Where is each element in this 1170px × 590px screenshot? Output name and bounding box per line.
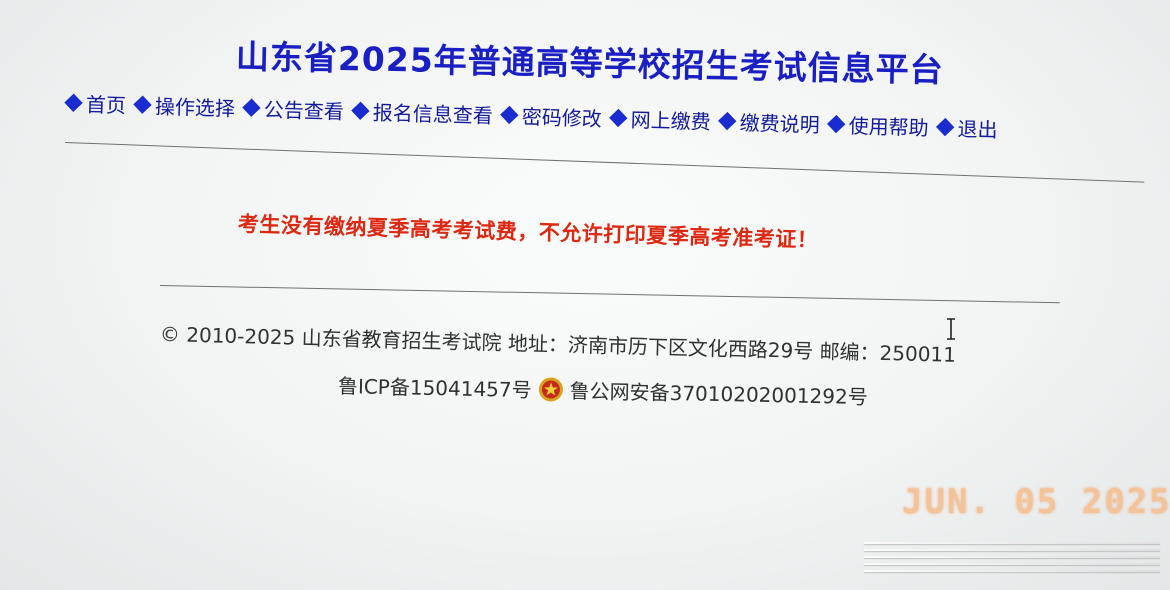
top-nav: 首页 操作选择 公告查看 报名信息查看 密码修改 网上缴费 缴费说明 使用帮助	[64, 88, 1154, 147]
nav-item-registration-info[interactable]: 报名信息查看	[350, 96, 493, 129]
nav-item-label: 操作选择	[154, 94, 236, 121]
footer-copyright: © 2010-2025 山东省教育招生考试院 地址：济南市历下区文化西路29号 …	[159, 322, 957, 367]
nav-item-label: 缴费说明	[739, 110, 820, 138]
diamond-icon	[718, 111, 737, 131]
nav-item-payment-instructions[interactable]: 缴费说明	[717, 106, 820, 138]
police-emblem-icon	[538, 376, 563, 401]
nav-item-operation-select[interactable]: 操作选择	[133, 90, 236, 122]
diamond-icon	[609, 108, 628, 128]
watermark-lines	[864, 542, 1160, 572]
nav-item-logout[interactable]: 退出	[935, 112, 998, 143]
nav-item-label: 公告查看	[263, 97, 345, 124]
nav-item-announcements[interactable]: 公告查看	[242, 93, 345, 125]
nav-item-label: 网上缴费	[630, 107, 712, 135]
diamond-icon	[242, 98, 261, 117]
diamond-icon	[500, 105, 519, 125]
photo-date-stamp: JUN. 05 2025	[902, 482, 1170, 522]
nav-item-label: 密码修改	[521, 104, 603, 132]
footer-records: 鲁ICP备15041457号 鲁公网安备37010202001292号	[338, 370, 958, 412]
text-cursor-icon	[947, 318, 955, 340]
nav-item-online-payment[interactable]: 网上缴费	[608, 103, 711, 135]
page: 山东省2025年普通高等学校招生考试信息平台 首页 操作选择 公告查看 报名信息…	[0, 0, 1170, 590]
nav-item-home[interactable]: 首页	[64, 88, 127, 119]
police-record-link[interactable]: 鲁公网安备37010202001292号	[569, 375, 868, 410]
page-title: 山东省2025年普通高等学校招生考试信息平台	[235, 37, 945, 90]
diamond-icon	[64, 93, 83, 112]
icp-record-link[interactable]: 鲁ICP备15041457号	[338, 370, 532, 403]
diamond-icon	[133, 95, 152, 114]
nav-item-change-password[interactable]: 密码修改	[499, 100, 602, 132]
diamond-icon	[827, 114, 846, 134]
nav-item-label: 使用帮助	[848, 113, 929, 141]
divider	[64, 142, 1145, 183]
nav-item-label: 首页	[85, 92, 127, 118]
nav-item-label: 退出	[957, 116, 998, 143]
diamond-icon	[351, 101, 370, 120]
payment-warning-message: 考生没有缴纳夏季高考考试费，不允许打印夏季高考准考证！	[237, 212, 819, 253]
diamond-icon	[935, 117, 955, 137]
nav-item-label: 报名信息查看	[372, 100, 494, 128]
divider	[159, 285, 1060, 304]
nav-item-help[interactable]: 使用帮助	[826, 109, 929, 141]
